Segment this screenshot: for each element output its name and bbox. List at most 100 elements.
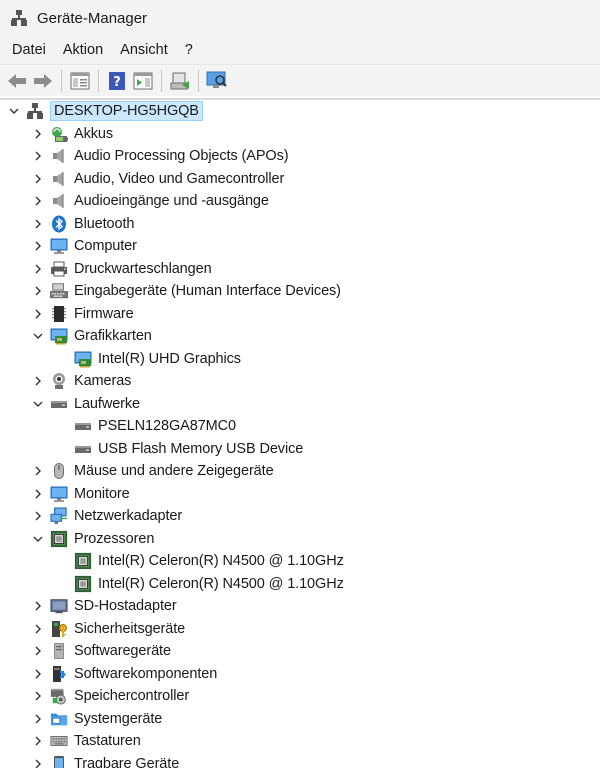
tree-category[interactable]: Netzwerkadapter [0, 505, 600, 528]
menu-datei[interactable]: Datei [4, 39, 54, 61]
chevron-right-icon[interactable] [32, 713, 44, 725]
tree-node-label: Speichercontroller [74, 688, 190, 705]
tree-category[interactable]: Eingabegeräte (Human Interface Devices) [0, 280, 600, 303]
tree-category[interactable]: Systemgeräte [0, 708, 600, 731]
tree-category[interactable]: Audio, Video und Gamecontroller [0, 168, 600, 191]
tree-node-label: Intel(R) Celeron(R) N4500 @ 1.10GHz [98, 575, 344, 592]
tree-category[interactable]: Monitore [0, 483, 600, 506]
chevron-right-icon[interactable] [32, 128, 44, 140]
tree-device[interactable]: Intel(R) UHD Graphics [0, 348, 600, 371]
properties-icon[interactable] [69, 70, 91, 92]
chevron-down-icon[interactable] [32, 330, 44, 342]
tree-node-label: SD-Hostadapter [74, 598, 177, 615]
window-title: Geräte-Manager [37, 9, 148, 27]
chevron-right-icon[interactable] [32, 375, 44, 387]
tree-category[interactable]: SD-Hostadapter [0, 595, 600, 618]
tree-node-label: Druckwarteschlangen [74, 260, 212, 277]
chevron-right-icon[interactable] [32, 263, 44, 275]
tree-node-label: Prozessoren [74, 530, 155, 547]
tree-node-label: Grafikkarten [74, 328, 152, 345]
root-label: DESKTOP-HG5HGQB [50, 101, 203, 122]
hid-icon [50, 282, 68, 300]
chevron-down-icon[interactable] [32, 398, 44, 410]
forward-arrow-icon[interactable] [32, 70, 54, 92]
tree-node-label: Eingabegeräte (Human Interface Devices) [74, 283, 341, 300]
tree-device[interactable]: Intel(R) Celeron(R) N4500 @ 1.10GHz [0, 550, 600, 573]
tree-category[interactable]: Bluetooth [0, 213, 600, 236]
tree-category[interactable]: Audioeingänge und -ausgänge [0, 190, 600, 213]
tree-category[interactable]: Speichercontroller [0, 685, 600, 708]
menu-bar: Datei Aktion Ansicht ? [0, 36, 600, 64]
chevron-right-icon[interactable] [32, 758, 44, 768]
menu-ansicht[interactable]: Ansicht [112, 39, 176, 61]
toolbar: ? [0, 64, 600, 96]
chevron-right-icon[interactable] [32, 645, 44, 657]
chevron-down-icon[interactable] [8, 105, 20, 117]
tree-category[interactable]: Tragbare Geräte [0, 753, 600, 768]
drive-icon [74, 417, 92, 435]
chevron-right-icon[interactable] [32, 285, 44, 297]
chevron-down-icon[interactable] [32, 533, 44, 545]
tree-node-label: Tragbare Geräte [74, 755, 180, 768]
drive-icon [50, 395, 68, 413]
tree-category[interactable]: Tastaturen [0, 730, 600, 753]
tree-category[interactable]: Softwaregeräte [0, 640, 600, 663]
tree-node-label: Firmware [74, 305, 134, 322]
printer-icon [50, 260, 68, 278]
menu-aktion[interactable]: Aktion [55, 39, 111, 61]
toolbar-separator [198, 69, 199, 92]
portable-device-icon [50, 755, 68, 768]
tree-category[interactable]: Audio Processing Objects (APOs) [0, 145, 600, 168]
chevron-right-icon[interactable] [32, 218, 44, 230]
tree-category[interactable]: Grafikkarten [0, 325, 600, 348]
keyboard-icon [50, 732, 68, 750]
scan-hardware-icon[interactable] [206, 70, 228, 92]
display-adapter-icon [74, 350, 92, 368]
chevron-right-icon[interactable] [32, 690, 44, 702]
device-manager-window: Geräte-Manager Datei Aktion Ansicht ? ? [0, 0, 600, 768]
chevron-right-icon[interactable] [32, 308, 44, 320]
toolbar-separator [61, 69, 62, 92]
tree-category[interactable]: Kameras [0, 370, 600, 393]
speaker-icon [50, 170, 68, 188]
menu-help[interactable]: ? [177, 39, 201, 61]
update-driver-icon[interactable] [169, 70, 191, 92]
tree-node-label: Audio Processing Objects (APOs) [74, 148, 289, 165]
tree-category[interactable]: Akkus [0, 123, 600, 146]
chevron-right-icon[interactable] [32, 510, 44, 522]
computer-network-icon [26, 102, 44, 120]
back-arrow-icon[interactable] [6, 70, 28, 92]
chevron-right-icon[interactable] [32, 668, 44, 680]
webcam-icon [50, 372, 68, 390]
device-tree[interactable]: DESKTOP-HG5HGQB Akkus Audio Processing Ob… [0, 98, 600, 768]
tree-category[interactable]: Prozessoren [0, 528, 600, 551]
tree-device[interactable]: USB Flash Memory USB Device [0, 438, 600, 461]
chevron-right-icon[interactable] [32, 195, 44, 207]
processor-icon [74, 552, 92, 570]
chevron-right-icon[interactable] [32, 488, 44, 500]
tree-node-label: Netzwerkadapter [74, 508, 183, 525]
tree-category[interactable]: Mäuse und andere Zeigegeräte [0, 460, 600, 483]
tree-category[interactable]: Computer [0, 235, 600, 258]
chevron-right-icon[interactable] [32, 173, 44, 185]
help-icon[interactable]: ? [106, 70, 128, 92]
tree-category[interactable]: Sicherheitsgeräte [0, 618, 600, 641]
tree-root[interactable]: DESKTOP-HG5HGQB [0, 100, 600, 123]
action-panel-icon[interactable] [132, 70, 154, 92]
chevron-right-icon[interactable] [32, 240, 44, 252]
tree-category[interactable]: Druckwarteschlangen [0, 258, 600, 281]
system-folder-icon [50, 710, 68, 728]
mouse-icon [50, 462, 68, 480]
chevron-right-icon[interactable] [32, 600, 44, 612]
tree-category[interactable]: Firmware [0, 303, 600, 326]
tree-device[interactable]: PSELN128GA87MC0 [0, 415, 600, 438]
drive-icon [74, 440, 92, 458]
tree-category[interactable]: Softwarekomponenten [0, 663, 600, 686]
tree-node-label: USB Flash Memory USB Device [98, 440, 304, 457]
chevron-right-icon[interactable] [32, 735, 44, 747]
chevron-right-icon[interactable] [32, 623, 44, 635]
chevron-right-icon[interactable] [32, 150, 44, 162]
tree-device[interactable]: Intel(R) Celeron(R) N4500 @ 1.10GHz [0, 573, 600, 596]
tree-category[interactable]: Laufwerke [0, 393, 600, 416]
chevron-right-icon[interactable] [32, 465, 44, 477]
